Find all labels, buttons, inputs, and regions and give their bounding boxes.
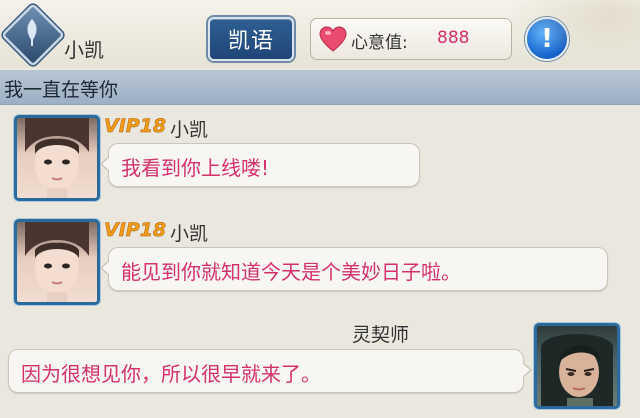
sender-name: 灵契师 xyxy=(352,324,410,346)
status-bar: 我一直在等你 xyxy=(0,70,640,105)
avatar[interactable] xyxy=(534,323,620,409)
heart-icon xyxy=(319,26,347,52)
bubble-tail xyxy=(522,362,532,378)
boy-portrait-icon xyxy=(25,118,89,198)
exclamation-icon: ! xyxy=(541,24,553,54)
top-bar: 小凯 凯语 心意值: 888 ! xyxy=(0,0,640,68)
vip-badge: VIP18 xyxy=(104,115,167,138)
avatar[interactable] xyxy=(14,115,100,201)
partner-name: 小凯 xyxy=(64,38,104,62)
message-text: 我看到你上线喽! xyxy=(121,156,270,180)
quill-pen-icon xyxy=(10,10,54,54)
message-text: 因为很想见你，所以很早就来了。 xyxy=(21,362,321,386)
boy-portrait-icon xyxy=(25,222,89,302)
bubble-tail xyxy=(100,260,110,276)
sender-name: 小凯 xyxy=(170,119,209,141)
kai-language-button[interactable]: 凯语 xyxy=(208,17,294,61)
bubble-tail xyxy=(100,156,110,172)
message-bubble[interactable]: 能见到你就知道今天是个美妙日子啦。 xyxy=(100,247,608,291)
avatar[interactable] xyxy=(14,219,100,305)
sender-name: 小凯 xyxy=(170,223,209,245)
vip-badge: VIP18 xyxy=(104,219,167,242)
girl-portrait-icon xyxy=(541,334,613,406)
affection-value: 888 xyxy=(437,28,470,48)
message-bubble[interactable]: 因为很想见你，所以很早就来了。 xyxy=(8,349,532,393)
affection-label: 心意值: xyxy=(351,33,408,53)
chat-area[interactable]: VIP18 小凯 我看到你上线喽! VIP18 小凯 能见到你就知道今天是个美妙… xyxy=(0,105,640,418)
info-button[interactable]: ! xyxy=(525,17,569,61)
affection-panel: 心意值: 888 xyxy=(310,18,512,60)
message-text: 能见到你就知道今天是个美妙日子啦。 xyxy=(121,260,461,284)
message-bubble[interactable]: 我看到你上线喽! xyxy=(100,143,420,187)
status-line: 我一直在等你 xyxy=(4,79,119,101)
